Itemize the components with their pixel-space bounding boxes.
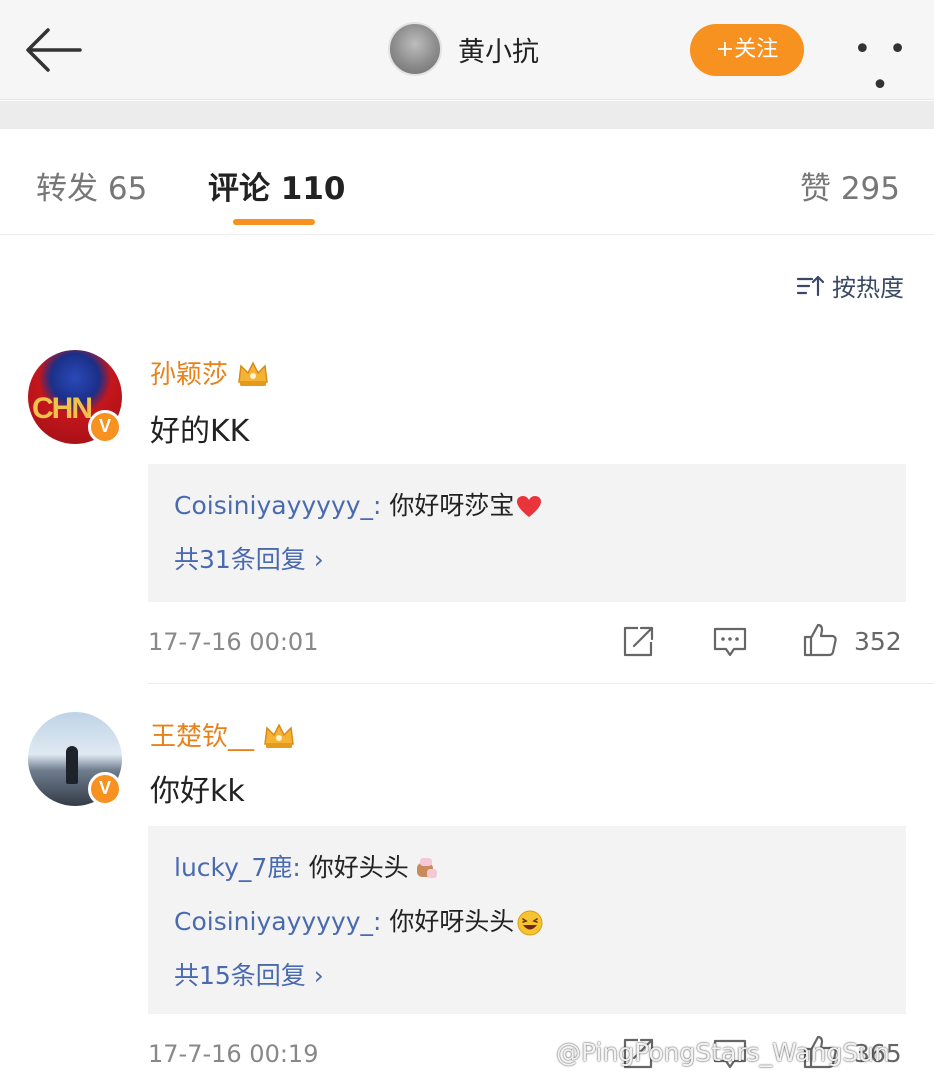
commenter-name-text: 孙颖莎 — [150, 360, 229, 390]
like-count: 352 — [854, 627, 902, 656]
sort-label: 按热度 — [832, 274, 904, 302]
verified-badge-icon: V — [88, 410, 122, 444]
reply-user[interactable]: Coisiniyayyyyy_: — [174, 491, 381, 520]
replies-box[interactable]: Coisiniyayyyyy_: 你好呀莎宝 共31条回复 › — [148, 464, 906, 602]
reply-text: 你好呀莎宝 — [381, 491, 515, 520]
back-arrow-icon — [26, 28, 82, 72]
comment-text: 你好kk — [150, 774, 245, 809]
comment-text: 好的KK — [150, 414, 250, 449]
heart-emoji-icon — [517, 496, 542, 517]
tab-bar: 转发 65 评论 110 赞 295 — [0, 129, 934, 235]
reply-text: 你好头头 — [300, 853, 409, 882]
more-options-button[interactable]: • • • — [850, 32, 914, 103]
view-all-replies-link[interactable]: 共31条回复 › — [174, 540, 324, 576]
active-tab-indicator — [233, 219, 315, 225]
tab-comments[interactable]: 评论 110 — [208, 163, 346, 208]
share-icon[interactable] — [620, 624, 656, 660]
comment-timestamp: 17-7-16 00:01 — [148, 628, 319, 656]
crown-badge-icon — [264, 722, 294, 748]
tab-likes[interactable]: 赞 295 — [800, 163, 900, 208]
crown-badge-icon — [238, 360, 268, 386]
like-icon[interactable] — [802, 622, 838, 658]
author-avatar[interactable] — [388, 22, 442, 76]
comment-timestamp: 17-7-16 00:19 — [148, 1040, 319, 1068]
section-divider — [0, 101, 934, 129]
avatar-jersey-text: CHN — [32, 392, 93, 425]
back-button[interactable] — [22, 24, 86, 76]
sort-icon — [796, 275, 824, 296]
commenter-name-text: 王楚钦__ — [150, 722, 255, 752]
view-all-replies-link[interactable]: 共15条回复 › — [174, 956, 324, 992]
fist-emoji-icon — [416, 858, 437, 878]
reply-item[interactable]: lucky_7鹿: 你好头头 — [174, 848, 441, 884]
follow-button[interactable]: +关注 — [690, 24, 804, 76]
laughing-emoji-icon — [517, 910, 543, 936]
verified-badge-icon: V — [88, 772, 122, 806]
reply-text: 你好呀头头 — [381, 907, 515, 936]
reply-icon[interactable] — [712, 624, 748, 660]
commenter-name[interactable]: 王楚钦__ — [150, 716, 296, 753]
reply-user[interactable]: lucky_7鹿: — [174, 853, 301, 882]
weibo-watermark: @PingPongStars_WangSun — [556, 1038, 890, 1067]
reply-item[interactable]: Coisiniyayyyyy_: 你好呀莎宝 — [174, 486, 542, 522]
author-name[interactable]: 黄小抗 — [458, 30, 539, 69]
reply-item[interactable]: Coisiniyayyyyy_: 你好呀头头 — [174, 902, 544, 938]
avatar-figure — [66, 746, 78, 784]
reply-user[interactable]: Coisiniyayyyyy_: — [174, 907, 381, 936]
replies-box[interactable]: lucky_7鹿: 你好头头 Coisiniyayyyyy_: 你好呀头头 共1… — [148, 826, 906, 1014]
tab-reposts[interactable]: 转发 65 — [36, 163, 147, 208]
comment-divider — [148, 683, 934, 684]
sort-by-hot-button[interactable]: 按热度 — [796, 268, 904, 303]
commenter-name[interactable]: 孙颖莎 — [150, 354, 270, 391]
top-bar: 黄小抗 +关注 • • • — [0, 0, 934, 103]
